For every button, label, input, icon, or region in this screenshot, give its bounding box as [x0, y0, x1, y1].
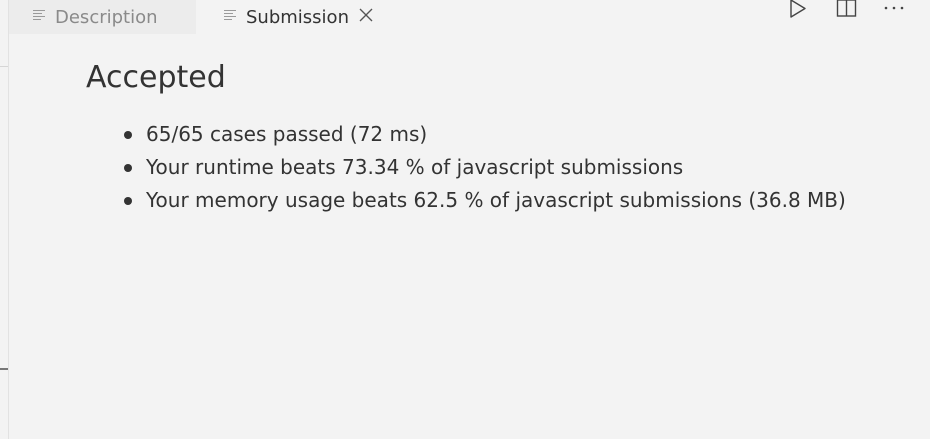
gutter-divider [0, 66, 8, 67]
play-icon[interactable] [787, 0, 809, 22]
bullet [124, 197, 132, 205]
cases-passed-text: 65/65 cases passed (72 ms) [146, 122, 428, 146]
close-icon[interactable] [359, 8, 373, 22]
list-item: Your runtime beats 73.34 % of javascript… [86, 151, 886, 184]
submission-panel: Description Submission Accepted 65/65 ca… [0, 0, 930, 439]
list-item: 65/65 cases passed (72 ms) [86, 118, 886, 151]
document-lines-icon [33, 9, 45, 21]
split-editor-icon[interactable] [836, 0, 858, 22]
tab-description-label: Description [55, 6, 158, 28]
more-actions-icon[interactable] [883, 0, 905, 22]
memory-text: Your memory usage beats 62.5 % of javasc… [146, 188, 846, 212]
left-gutter [0, 0, 9, 439]
tab-description[interactable]: Description [9, 0, 196, 34]
bullet [124, 164, 132, 172]
list-item: Your memory usage beats 62.5 % of javasc… [86, 184, 886, 217]
result-status-title: Accepted [86, 60, 226, 95]
bullet [124, 131, 132, 139]
tab-submission-label: Submission [246, 6, 349, 28]
document-lines-icon [224, 9, 236, 21]
submission-result: Accepted 65/65 cases passed (72 ms) Your… [86, 58, 886, 217]
result-details-list: 65/65 cases passed (72 ms) Your runtime … [86, 118, 886, 217]
gutter-marker [0, 368, 8, 370]
tab-submission[interactable]: Submission [196, 0, 386, 34]
runtime-text: Your runtime beats 73.34 % of javascript… [146, 155, 684, 179]
